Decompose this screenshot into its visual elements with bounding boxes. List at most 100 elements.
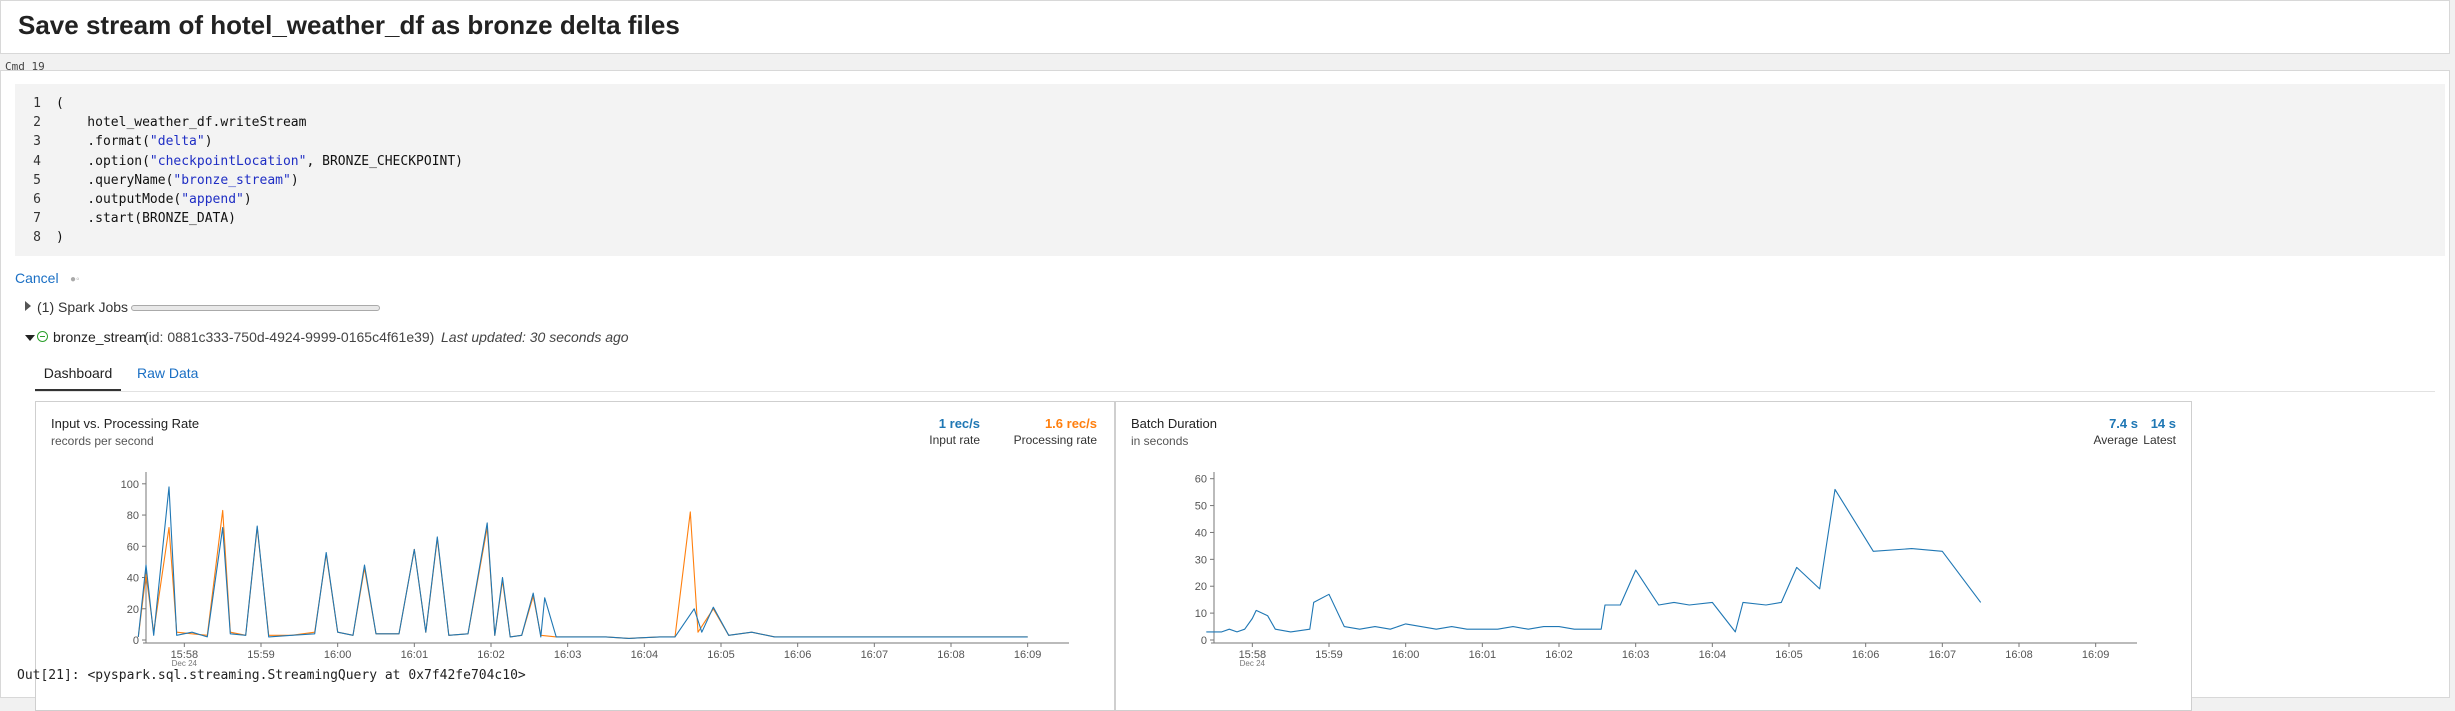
code-line: 8) [15, 228, 1215, 247]
series-line [137, 509, 1028, 639]
x-tick-label: 16:04 [631, 649, 659, 661]
code-token: .format( [56, 134, 150, 150]
x-tick-label: 16:01 [1469, 649, 1497, 661]
code-text: .queryName("bronze_stream") [56, 171, 299, 190]
cancel-button[interactable]: Cancel [15, 270, 59, 286]
x-tick-label: 16:04 [1699, 649, 1727, 661]
string-literal: "bronze_stream" [173, 172, 291, 188]
line-number: 3 [33, 134, 41, 150]
code-text: .outputMode("append") [56, 190, 252, 209]
code-token: , BRONZE_CHECKPOINT) [306, 153, 464, 169]
x-tick-label: 16:00 [1392, 649, 1420, 661]
x-tick-label: 16:03 [1622, 649, 1650, 661]
line-number: 1 [33, 96, 41, 111]
x-tick-label: 16:07 [861, 649, 889, 661]
series-line [1206, 488, 1982, 633]
y-tick-label: 40 [127, 573, 139, 585]
code-editor[interactable]: 1(2 hotel_weather_df.writeStream 3 .forma… [15, 84, 2445, 256]
rate-line-plot: 02040608010015:58Dec 2415:59 16:00 16:01 16… [121, 472, 1069, 668]
code-token: ) [290, 172, 299, 188]
y-tick-label: 40 [1195, 527, 1207, 539]
cell-output: Out[21]: <pyspark.sql.streaming.Streamin… [17, 668, 526, 683]
x-tick-label: 16:05 [707, 649, 735, 661]
y-tick-label: 30 [1195, 554, 1207, 566]
collapse-caret-icon[interactable] [25, 335, 35, 341]
line-number: 8 [33, 230, 41, 246]
code-line: 7 .start(BRONZE_DATA) [15, 209, 1215, 228]
x-tick-sublabel: Dec 24 [1240, 659, 1266, 668]
x-tick-label: 15:59 [247, 649, 275, 661]
code-token: ) [204, 134, 213, 150]
tab-raw-data[interactable]: Raw Data [137, 357, 198, 389]
code-cell: 1(2 hotel_weather_df.writeStream 3 .forma… [0, 70, 2450, 711]
code-token: .queryName( [56, 172, 174, 188]
code-line: 4 .option("checkpointLocation", BRONZE_C… [15, 152, 1215, 171]
duration-line-plot: 010203040506015:58Dec 2415:59 16:00 16:01 1… [1195, 472, 2137, 668]
running-spinner-icon: ●◦ [70, 274, 80, 285]
code-text: ( [56, 94, 64, 113]
stream-status-icon [37, 331, 48, 342]
x-tick-label: 16:07 [1929, 649, 1957, 661]
tab-dashboard[interactable]: Dashboard [35, 357, 121, 392]
code-text: .option("checkpointLocation", BRONZE_CHE… [56, 152, 463, 171]
input-processing-rate-chart: Input vs. Processing Rate records per se… [35, 401, 1115, 711]
spark-jobs-toggle[interactable]: (1) Spark Jobs [37, 299, 128, 315]
x-tick-label: 16:09 [1014, 649, 1042, 661]
y-tick-label: 100 [121, 479, 139, 491]
code-text: ) [56, 228, 64, 247]
x-tick-label: 16:00 [324, 649, 352, 661]
spark-jobs-progress-bar [131, 305, 380, 311]
x-tick-sublabel: Dec 24 [172, 659, 198, 668]
tab-divider [35, 391, 2435, 392]
stream-id: (id: 0881c333-750d-4924-9999-0165c4f61e3… [144, 329, 435, 345]
line-number: 5 [33, 172, 41, 188]
y-tick-label: 0 [1201, 635, 1207, 647]
code-token: .outputMode( [56, 192, 182, 207]
string-literal: "checkpointLocation" [149, 153, 307, 169]
x-tick-label: 16:03 [554, 649, 582, 661]
series-line [137, 486, 1028, 639]
y-tick-label: 10 [1195, 608, 1207, 620]
x-tick-label: 16:02 [1545, 649, 1573, 661]
code-line: 6 .outputMode("append") [15, 190, 1215, 209]
batch-duration-chart: Batch Duration in seconds 7.4 s Average … [1115, 401, 2192, 711]
y-tick-label: 60 [127, 541, 139, 553]
x-tick-label: 16:08 [937, 649, 965, 661]
x-tick-label: 15:59 [1315, 649, 1343, 661]
stream-name[interactable]: bronze_stream [53, 329, 146, 345]
code-text: .format("delta") [56, 132, 213, 151]
x-tick-label: 16:01 [401, 649, 429, 661]
code-text: .start(BRONZE_DATA) [56, 209, 236, 228]
code-token: hotel_weather_df.writeStream [56, 115, 307, 131]
code-line: 3 .format("delta") [15, 132, 1215, 151]
y-tick-label: 20 [127, 604, 139, 616]
y-tick-label: 50 [1195, 501, 1207, 513]
x-tick-label: 16:09 [2082, 649, 2110, 661]
code-line: 1( [15, 94, 1215, 113]
code-token: ) [243, 192, 252, 207]
line-number: 4 [33, 153, 41, 169]
code-token: .option( [56, 153, 150, 169]
x-tick-label: 16:08 [2005, 649, 2033, 661]
last-updated-text: Last updated: 30 seconds ago [441, 329, 629, 345]
string-literal: "delta" [149, 134, 205, 150]
code-text: hotel_weather_df.writeStream [56, 113, 306, 132]
y-tick-label: 20 [1195, 581, 1207, 593]
code-line: 5 .queryName("bronze_stream") [15, 171, 1215, 190]
expand-caret-icon[interactable] [25, 301, 31, 311]
x-tick-label: 16:06 [1852, 649, 1880, 661]
code-token: .start(BRONZE_DATA) [56, 211, 237, 227]
x-tick-label: 16:06 [784, 649, 812, 661]
line-number: 2 [33, 115, 41, 131]
string-literal: "append" [181, 192, 244, 207]
y-tick-label: 80 [127, 510, 139, 522]
line-number: 6 [33, 192, 41, 207]
x-tick-label: 16:02 [477, 649, 505, 661]
code-token: ( [56, 96, 64, 111]
line-number: 7 [33, 211, 41, 227]
code-token: ) [56, 230, 64, 246]
notebook-section-title: Save stream of hotel_weather_df as bronz… [18, 10, 680, 40]
x-tick-label: 16:05 [1775, 649, 1803, 661]
code-line: 2 hotel_weather_df.writeStream [15, 113, 1215, 132]
y-tick-label: 60 [1195, 474, 1207, 486]
